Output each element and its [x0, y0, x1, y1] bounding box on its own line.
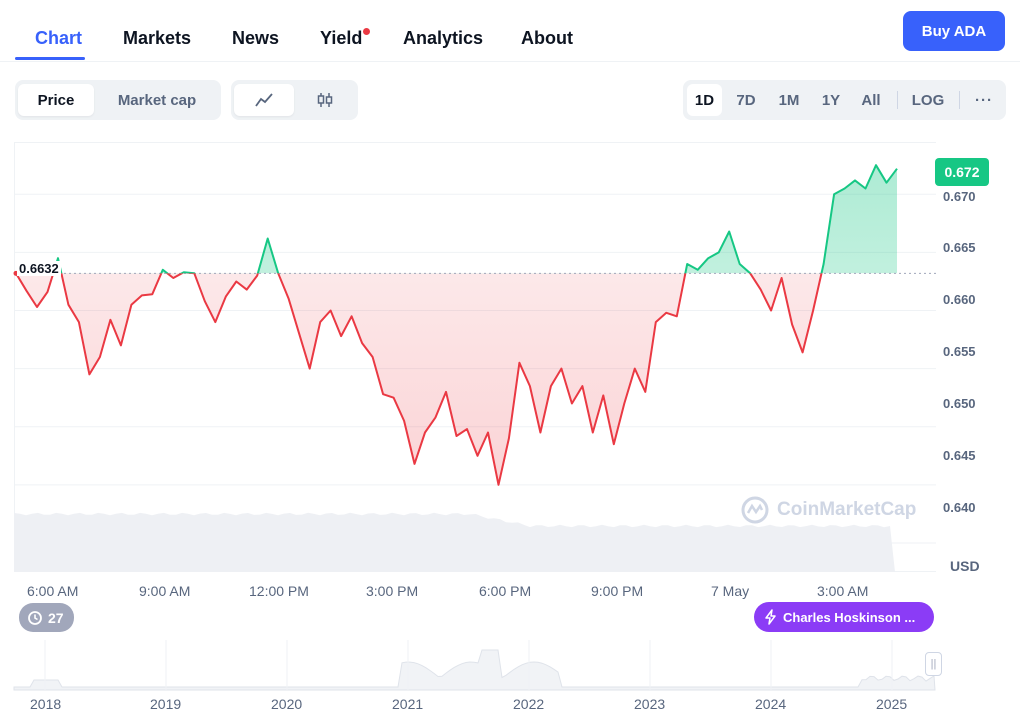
open-price-label: 0.6632: [17, 261, 61, 276]
line-chart-button[interactable]: [234, 84, 294, 116]
metric-toggle: Price Market cap: [15, 80, 221, 120]
candlestick-icon: [317, 93, 333, 107]
range-1d-button[interactable]: 1D: [687, 84, 722, 116]
currency-label: USD: [950, 558, 980, 574]
tab-markets[interactable]: Markets: [123, 28, 191, 49]
year-label: 2021: [392, 696, 424, 712]
top-nav: Chart Markets News Yield Analytics About…: [0, 0, 1020, 62]
watermark-text: CoinMarketCap: [777, 499, 917, 520]
y-tick-label: 0.670: [943, 189, 976, 204]
candlestick-chart-button[interactable]: [295, 84, 355, 116]
range-7d-button[interactable]: 7D: [729, 84, 763, 116]
tab-news[interactable]: News: [232, 28, 279, 49]
market-cap-toggle-button[interactable]: Market cap: [97, 84, 217, 116]
tab-chart[interactable]: Chart: [35, 28, 82, 49]
year-label: 2019: [150, 696, 182, 712]
x-tick-label: 3:00 AM: [817, 583, 869, 599]
buy-ada-button[interactable]: Buy ADA: [903, 11, 1005, 51]
year-label: 2025: [876, 696, 908, 712]
y-tick-label: 0.645: [943, 448, 976, 463]
x-tick-label: 3:00 PM: [366, 583, 419, 599]
tab-yield[interactable]: Yield: [320, 28, 362, 49]
tab-about[interactable]: About: [521, 28, 573, 49]
divider: [897, 91, 898, 109]
x-tick-label: 9:00 AM: [139, 583, 191, 599]
coinmarketcap-logo-icon: [741, 496, 769, 524]
time-range-selector: 1D 7D 1M 1Y All LOG ···: [683, 80, 1006, 120]
history-events-badge[interactable]: 27: [19, 603, 74, 632]
year-label: 2022: [513, 696, 545, 712]
range-1m-button[interactable]: 1M: [771, 84, 807, 116]
log-scale-button[interactable]: LOG: [905, 84, 951, 116]
current-price-tag: 0.672: [935, 158, 989, 186]
x-tick-label: 6:00 AM: [27, 583, 79, 599]
chart-type-toggle: [231, 80, 358, 120]
x-tick-label: 9:00 PM: [591, 583, 644, 599]
range-all-button[interactable]: All: [855, 84, 887, 116]
range-handle-icon[interactable]: ||: [925, 652, 942, 676]
year-label: 2024: [755, 696, 787, 712]
history-count: 27: [48, 609, 64, 626]
y-tick-label: 0.660: [943, 292, 976, 307]
tab-analytics[interactable]: Analytics: [403, 28, 483, 49]
yield-notification-dot: [363, 28, 370, 35]
lightning-icon: [765, 609, 776, 625]
range-overview-navigator[interactable]: [14, 638, 936, 690]
year-label: 2018: [30, 696, 62, 712]
more-options-button[interactable]: ···: [967, 84, 1001, 116]
y-tick-label: 0.655: [943, 344, 976, 359]
price-toggle-button[interactable]: Price: [18, 84, 94, 116]
x-tick-label: 12:00 PM: [249, 583, 309, 599]
news-event-label: Charles Hoskinson ...: [783, 609, 916, 625]
line-chart-icon: [255, 93, 273, 107]
year-label: 2020: [271, 696, 303, 712]
y-tick-label: 0.665: [943, 240, 976, 255]
year-label: 2023: [634, 696, 666, 712]
divider: [959, 91, 960, 109]
range-1y-button[interactable]: 1Y: [814, 84, 848, 116]
coinmarketcap-watermark: CoinMarketCap: [741, 496, 916, 524]
y-tick-label: 0.640: [943, 500, 976, 515]
active-tab-indicator: [15, 57, 85, 60]
news-event-badge[interactable]: Charles Hoskinson ...: [754, 602, 934, 632]
history-icon: [28, 610, 42, 625]
x-tick-label: 6:00 PM: [479, 583, 532, 599]
y-tick-label: 0.650: [943, 396, 976, 411]
x-tick-label: 7 May: [711, 583, 750, 599]
